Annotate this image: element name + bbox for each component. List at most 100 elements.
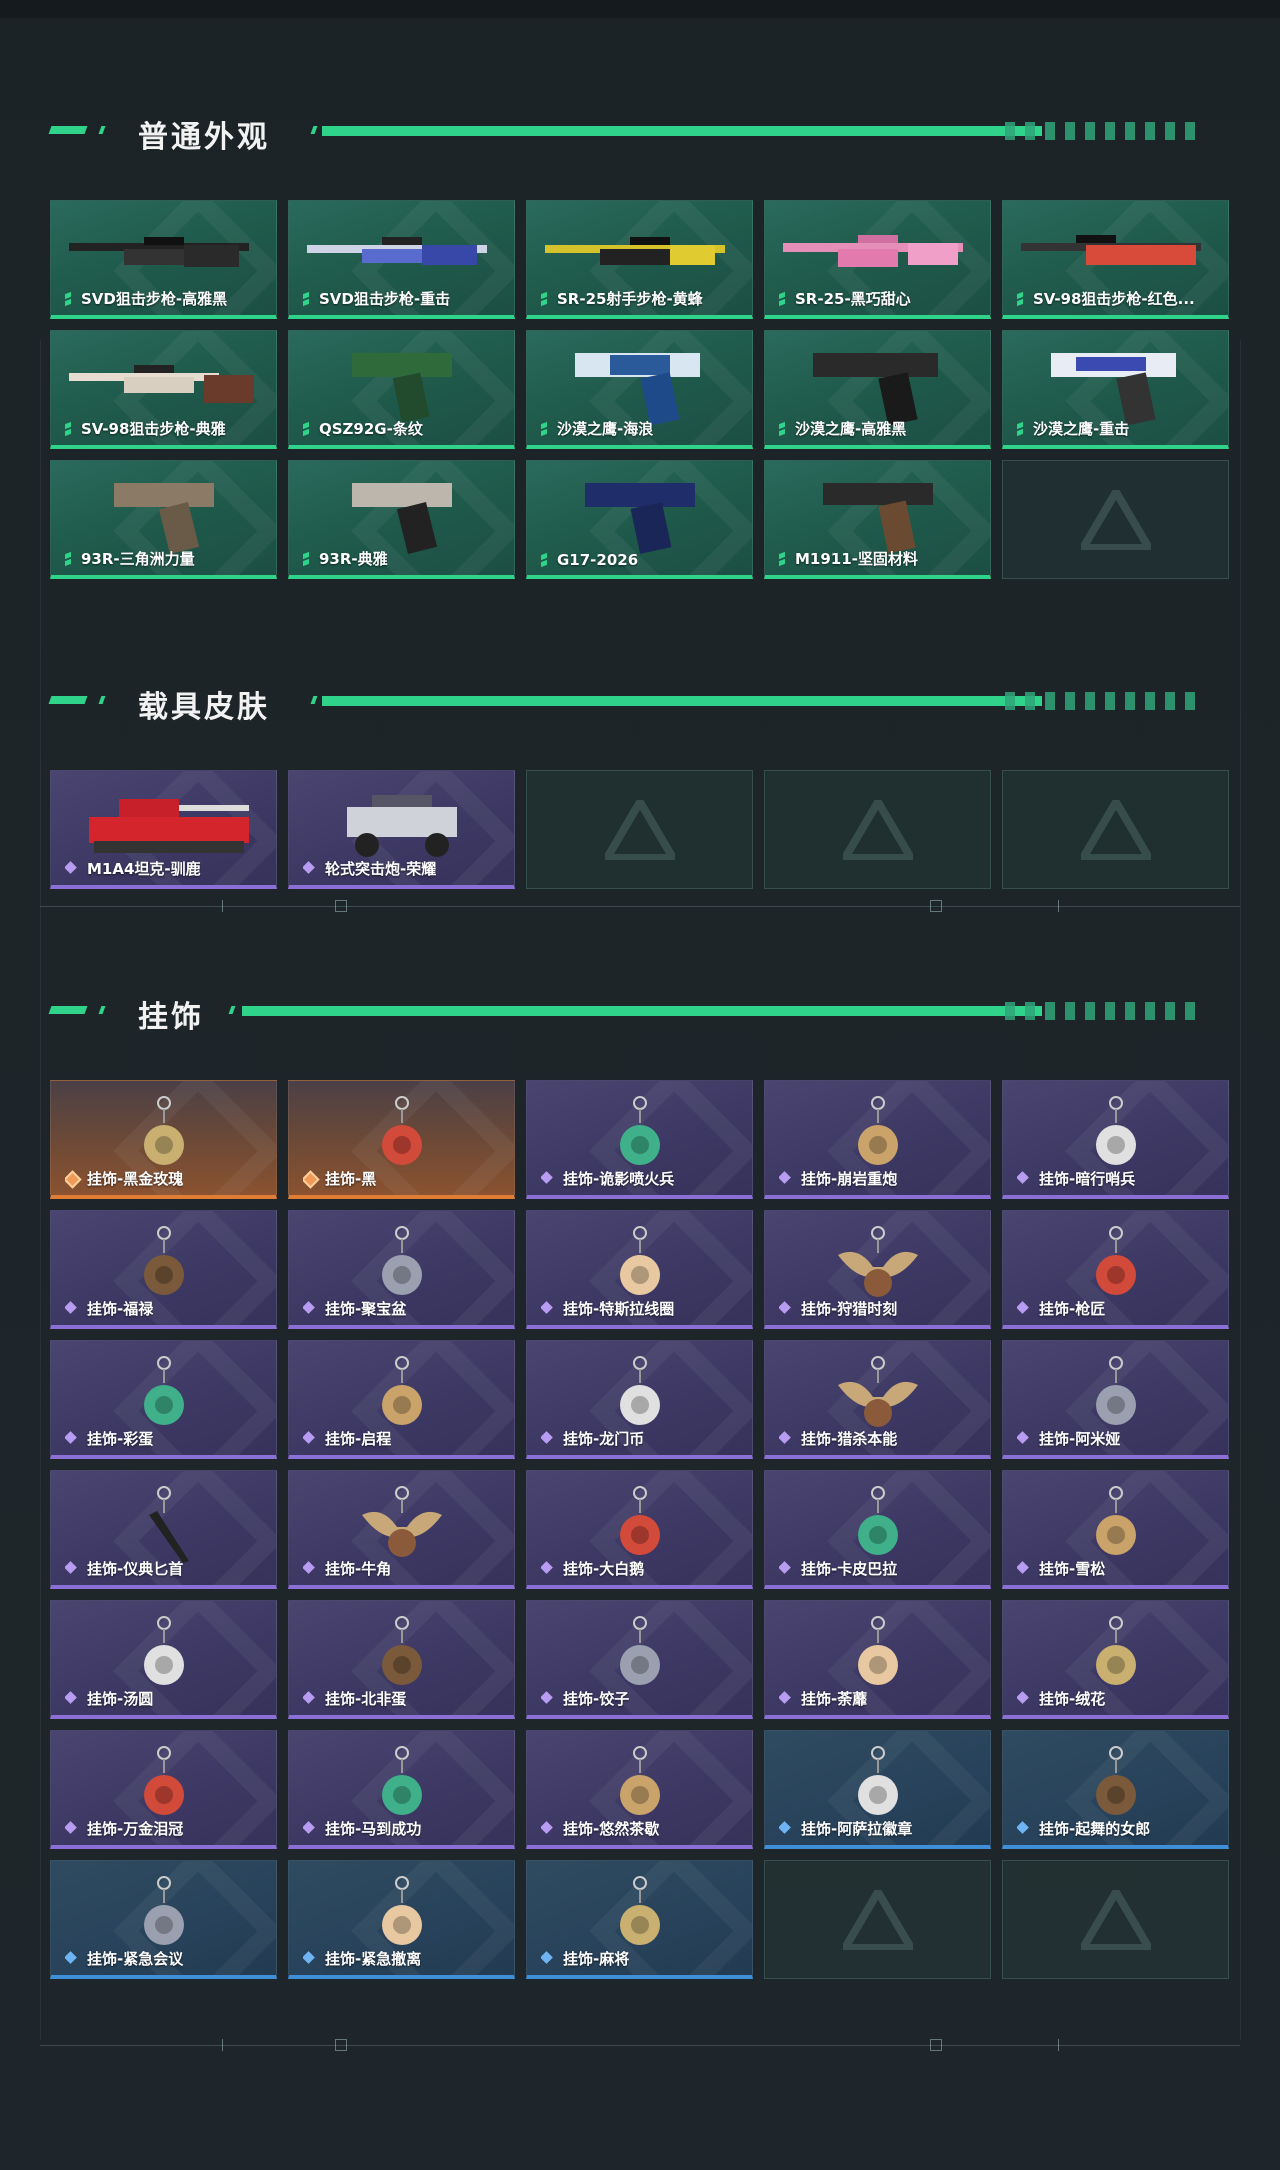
item-card[interactable]: 挂饰-绒花 [1002, 1600, 1229, 1719]
item-label: 挂饰-聚宝盆 [303, 1298, 406, 1319]
item-card[interactable]: 挂饰-黑金玫瑰 [50, 1080, 277, 1199]
item-card[interactable]: SR-25-黑巧甜心 [764, 200, 991, 319]
rarity-icon [1017, 1692, 1031, 1706]
header-checker [1005, 1002, 1205, 1020]
item-card[interactable]: 挂饰-阿米娅 [1002, 1340, 1229, 1459]
item-name: 挂饰-阿米娅 [1039, 1430, 1121, 1448]
item-card[interactable]: SVD狙击步枪-高雅黑 [50, 200, 277, 319]
item-card[interactable]: QSZ92G-条纹 [288, 330, 515, 449]
item-label: 挂饰-饺子 [541, 1688, 629, 1709]
item-card[interactable]: 挂饰-暗行哨兵 [1002, 1080, 1229, 1199]
background-line [40, 340, 41, 2040]
item-card[interactable]: 挂饰-麻将 [526, 1860, 753, 1979]
item-card[interactable]: 沙漠之鹰-海浪 [526, 330, 753, 449]
pistol-icon [584, 483, 695, 554]
item-card[interactable]: 挂饰-紧急撤离 [288, 1860, 515, 1979]
item-card[interactable]: G17-2026 [526, 460, 753, 579]
item-card[interactable]: 挂饰-特斯拉线圈 [526, 1210, 753, 1329]
item-card[interactable]: 挂饰-紧急会议 [50, 1860, 277, 1979]
divider-ruler [40, 906, 1240, 907]
item-label: 挂饰-雪松 [1017, 1558, 1105, 1579]
item-card[interactable]: 挂饰-马到成功 [288, 1730, 515, 1849]
item-card[interactable]: 挂饰-汤圆 [50, 1600, 277, 1719]
item-name: 挂饰-黑 [325, 1170, 377, 1188]
item-name: QSZ92G-条纹 [319, 420, 423, 438]
item-card[interactable]: 挂饰-狩猎时刻 [764, 1210, 991, 1329]
charm-icon [1095, 1746, 1136, 1815]
charm-icon [619, 1356, 660, 1425]
item-card[interactable]: 挂饰-卡皮巴拉 [764, 1470, 991, 1589]
item-label: G17-2026 [541, 551, 638, 569]
item-label: 挂饰-暗行哨兵 [1017, 1168, 1135, 1189]
item-name: 挂饰-暗行哨兵 [1039, 1170, 1136, 1188]
item-name: 挂饰-起舞的女郎 [1039, 1820, 1151, 1838]
item-label: 挂饰-仪典匕首 [65, 1558, 183, 1579]
item-card[interactable]: 挂饰-饺子 [526, 1600, 753, 1719]
item-card[interactable]: 挂饰-牛角 [288, 1470, 515, 1589]
rarity-icon [1017, 293, 1025, 305]
item-card[interactable]: 挂饰-悠然茶歇 [526, 1730, 753, 1849]
item-card[interactable]: 挂饰-大白鹅 [526, 1470, 753, 1589]
item-label: 挂饰-特斯拉线圈 [541, 1298, 674, 1319]
header-checker [1005, 692, 1205, 710]
item-label: 挂饰-狩猎时刻 [779, 1298, 897, 1319]
item-card[interactable]: 挂饰-龙门币 [526, 1340, 753, 1459]
item-card[interactable]: 挂饰-崩岩重炮 [764, 1080, 991, 1199]
item-card[interactable]: 挂饰-起舞的女郎 [1002, 1730, 1229, 1849]
charm-icon [1095, 1486, 1136, 1555]
item-card[interactable]: 挂饰-万金泪冠 [50, 1730, 277, 1849]
item-card[interactable]: M1A4坦克-驯鹿 [50, 770, 277, 889]
item-name: 轮式突击炮-荣耀 [325, 860, 437, 878]
item-card[interactable]: 沙漠之鹰-重击 [1002, 330, 1229, 449]
item-card[interactable]: 挂饰-阿萨拉徽章 [764, 1730, 991, 1849]
item-label: QSZ92G-条纹 [303, 418, 423, 439]
item-card[interactable]: 93R-三角洲力量 [50, 460, 277, 579]
divider-marker [335, 900, 347, 912]
item-label: 93R-三角洲力量 [65, 548, 195, 569]
charm-icon [381, 1746, 422, 1815]
item-card[interactable]: 挂饰-猎杀本能 [764, 1340, 991, 1459]
item-card[interactable]: SVD狙击步枪-重击 [288, 200, 515, 319]
item-card[interactable]: 挂饰-雪松 [1002, 1470, 1229, 1589]
header-accent [310, 126, 318, 134]
item-card[interactable]: 轮式突击炮-荣耀 [288, 770, 515, 889]
item-name: 挂饰-麻将 [563, 1950, 630, 1968]
item-card[interactable]: SV-98狙击步枪-红色... [1002, 200, 1229, 319]
item-card[interactable]: 挂饰-北非蛋 [288, 1600, 515, 1719]
item-name: 挂饰-崩岩重炮 [801, 1170, 898, 1188]
weapon-skin-grid: SVD狙击步枪-高雅黑 SVD狙击步枪-重击 SR-25射手步枪-黄蜂 SR-2… [50, 200, 1229, 579]
rifle-icon [68, 237, 249, 267]
rarity-icon [65, 1562, 79, 1576]
item-card[interactable]: 沙漠之鹰-高雅黑 [764, 330, 991, 449]
item-card[interactable]: 挂饰-诡影喷火兵 [526, 1080, 753, 1199]
section-normal-skins: 普通外观 SVD狙击步枪-高雅黑 SVD狙击步枪-重击 SR-25射手步枪-黄蜂… [48, 100, 1230, 579]
item-card[interactable]: 93R-典雅 [288, 460, 515, 579]
item-card[interactable]: 挂饰-黑 [288, 1080, 515, 1199]
charm-icon [143, 1096, 184, 1165]
item-card[interactable]: 挂饰-聚宝盆 [288, 1210, 515, 1329]
vehicle-skin-grid: M1A4坦克-驯鹿 轮式突击炮-荣耀 [50, 770, 1229, 889]
rarity-icon [65, 1432, 79, 1446]
rarity-icon [303, 1822, 317, 1836]
item-card[interactable]: M1911-坚固材料 [764, 460, 991, 579]
item-card[interactable]: 挂饰-仪典匕首 [50, 1470, 277, 1589]
item-card[interactable]: SV-98狙击步枪-典雅 [50, 330, 277, 449]
item-card[interactable]: 挂饰-彩蛋 [50, 1340, 277, 1459]
item-label: SR-25-黑巧甜心 [779, 288, 911, 309]
rarity-icon [1017, 1302, 1031, 1316]
item-name: 挂饰-阿萨拉徽章 [801, 1820, 913, 1838]
item-card[interactable]: 挂饰-枪匠 [1002, 1210, 1229, 1329]
divider-tick [1058, 900, 1059, 912]
charm-icon [857, 1746, 898, 1815]
tank-icon [88, 799, 249, 853]
item-name: SR-25-黑巧甜心 [795, 290, 911, 308]
horn-charm-icon [361, 1486, 442, 1557]
charm-icon [619, 1486, 660, 1555]
item-label: 沙漠之鹰-海浪 [541, 418, 653, 439]
divider-ruler [40, 2045, 1240, 2046]
item-card[interactable]: 挂饰-荼蘼 [764, 1600, 991, 1719]
item-card[interactable]: 挂饰-启程 [288, 1340, 515, 1459]
item-card[interactable]: SR-25射手步枪-黄蜂 [526, 200, 753, 319]
item-card[interactable]: 挂饰-福禄 [50, 1210, 277, 1329]
divider-tick [222, 900, 223, 912]
